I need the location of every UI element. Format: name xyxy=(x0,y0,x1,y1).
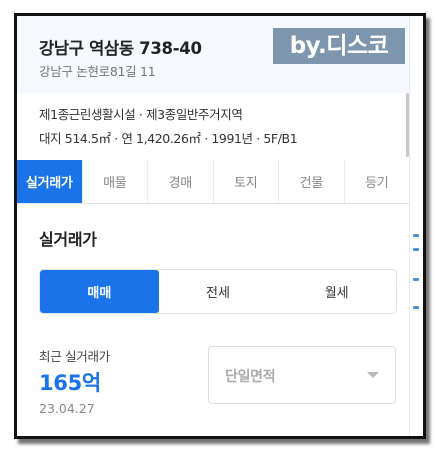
watermark-badge: by.디스코 xyxy=(273,28,405,64)
edge-mark xyxy=(413,278,419,281)
recent-price-value: 165억 xyxy=(39,371,101,395)
trade-type-toggle: 매매 전세 월세 xyxy=(39,269,397,314)
edge-mark xyxy=(413,248,419,251)
area-unit-select[interactable]: 단일면적 xyxy=(208,346,396,404)
section-title: 실거래가 xyxy=(39,230,97,249)
detail-tabs: 실거래가 매물 경매 토지 건물 등기 xyxy=(17,160,409,204)
tab-transaction-price[interactable]: 실거래가 xyxy=(17,160,82,203)
trade-type-monthly[interactable]: 월세 xyxy=(277,270,396,313)
tab-registry[interactable]: 등기 xyxy=(343,160,410,203)
area-unit-value: 단일면적 xyxy=(225,369,276,385)
property-info: 제1종근린생활시설 · 제3종일반주거지역 대지 514.5㎡ · 연 1,42… xyxy=(17,93,409,157)
building-specs: 대지 514.5㎡ · 연 1,420.26㎡ · 1991년 · 5F/B1 xyxy=(39,131,298,146)
road-address: 강남구 논현로81길 11 xyxy=(39,64,156,79)
address-title: 강남구 역삼동 738-40 xyxy=(39,39,202,58)
right-edge-strip xyxy=(409,16,423,436)
tab-land[interactable]: 토지 xyxy=(212,160,279,203)
chevron-down-icon xyxy=(367,372,379,378)
trade-type-jeonse[interactable]: 전세 xyxy=(159,270,278,313)
trade-type-sale[interactable]: 매매 xyxy=(40,270,159,313)
edge-mark xyxy=(413,306,419,309)
tab-building[interactable]: 건물 xyxy=(278,160,344,203)
tab-listings[interactable]: 매물 xyxy=(81,160,148,203)
zoning-info: 제1종근린생활시설 · 제3종일반주거지역 xyxy=(39,107,243,122)
tab-auction[interactable]: 경매 xyxy=(147,160,213,203)
recent-price-date: 23.04.27 xyxy=(39,401,95,416)
edge-mark xyxy=(413,234,419,237)
property-panel: 강남구 역삼동 738-40 강남구 논현로81길 11 by.디스코 제1종근… xyxy=(14,13,426,439)
property-header: 강남구 역삼동 738-40 강남구 논현로81길 11 by.디스코 xyxy=(17,16,409,93)
recent-price-label: 최근 실거래가 xyxy=(39,349,110,364)
